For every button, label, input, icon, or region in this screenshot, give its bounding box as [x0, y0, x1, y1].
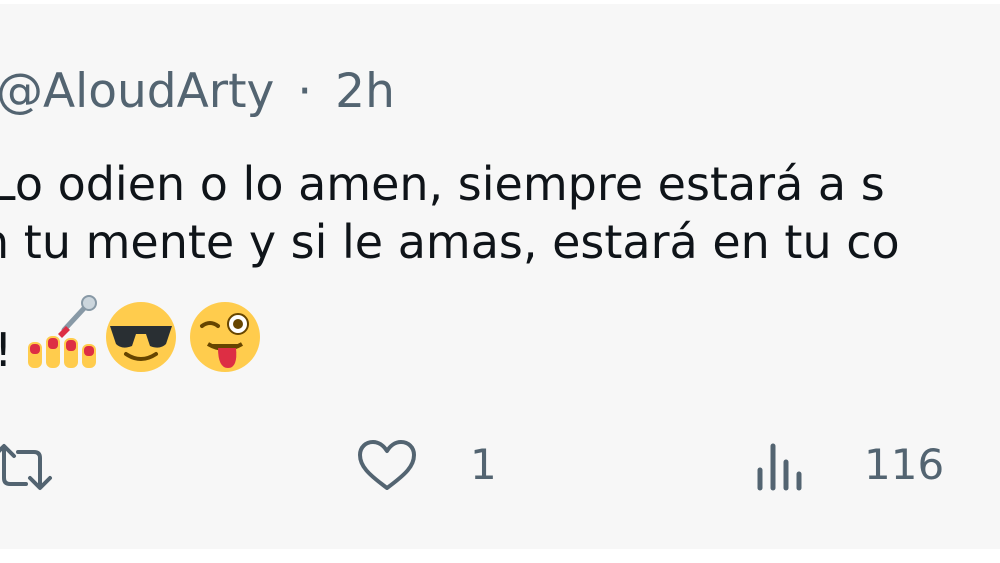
like-count: 1	[470, 440, 497, 489]
separator-dot: ·	[297, 64, 313, 119]
tweet-text-line-2: n tu mente y si le amas, estará en tu co	[0, 215, 900, 269]
views-count: 116	[864, 440, 945, 489]
tweet-time[interactable]: 2h	[335, 64, 395, 119]
winking-face-with-tongue-icon	[190, 302, 260, 372]
nail-polish-emoji-icon	[28, 295, 97, 368]
tweet-text-line-1: Lo odien o lo amen, siempre estará a s	[0, 157, 885, 211]
retweet-icon[interactable]	[0, 442, 58, 494]
user-handle[interactable]: @AloudArty	[0, 64, 274, 119]
views-chart-icon[interactable]	[754, 440, 806, 492]
tweet-text-line-3: !	[0, 320, 12, 380]
smiling-face-with-sunglasses-icon	[106, 302, 176, 372]
tweet-card[interactable]: @AloudArty · 2h Lo odien o lo amen, siem…	[0, 4, 1000, 549]
tweet-header: @AloudArty · 2h	[0, 64, 395, 119]
heart-icon[interactable]	[356, 438, 418, 494]
